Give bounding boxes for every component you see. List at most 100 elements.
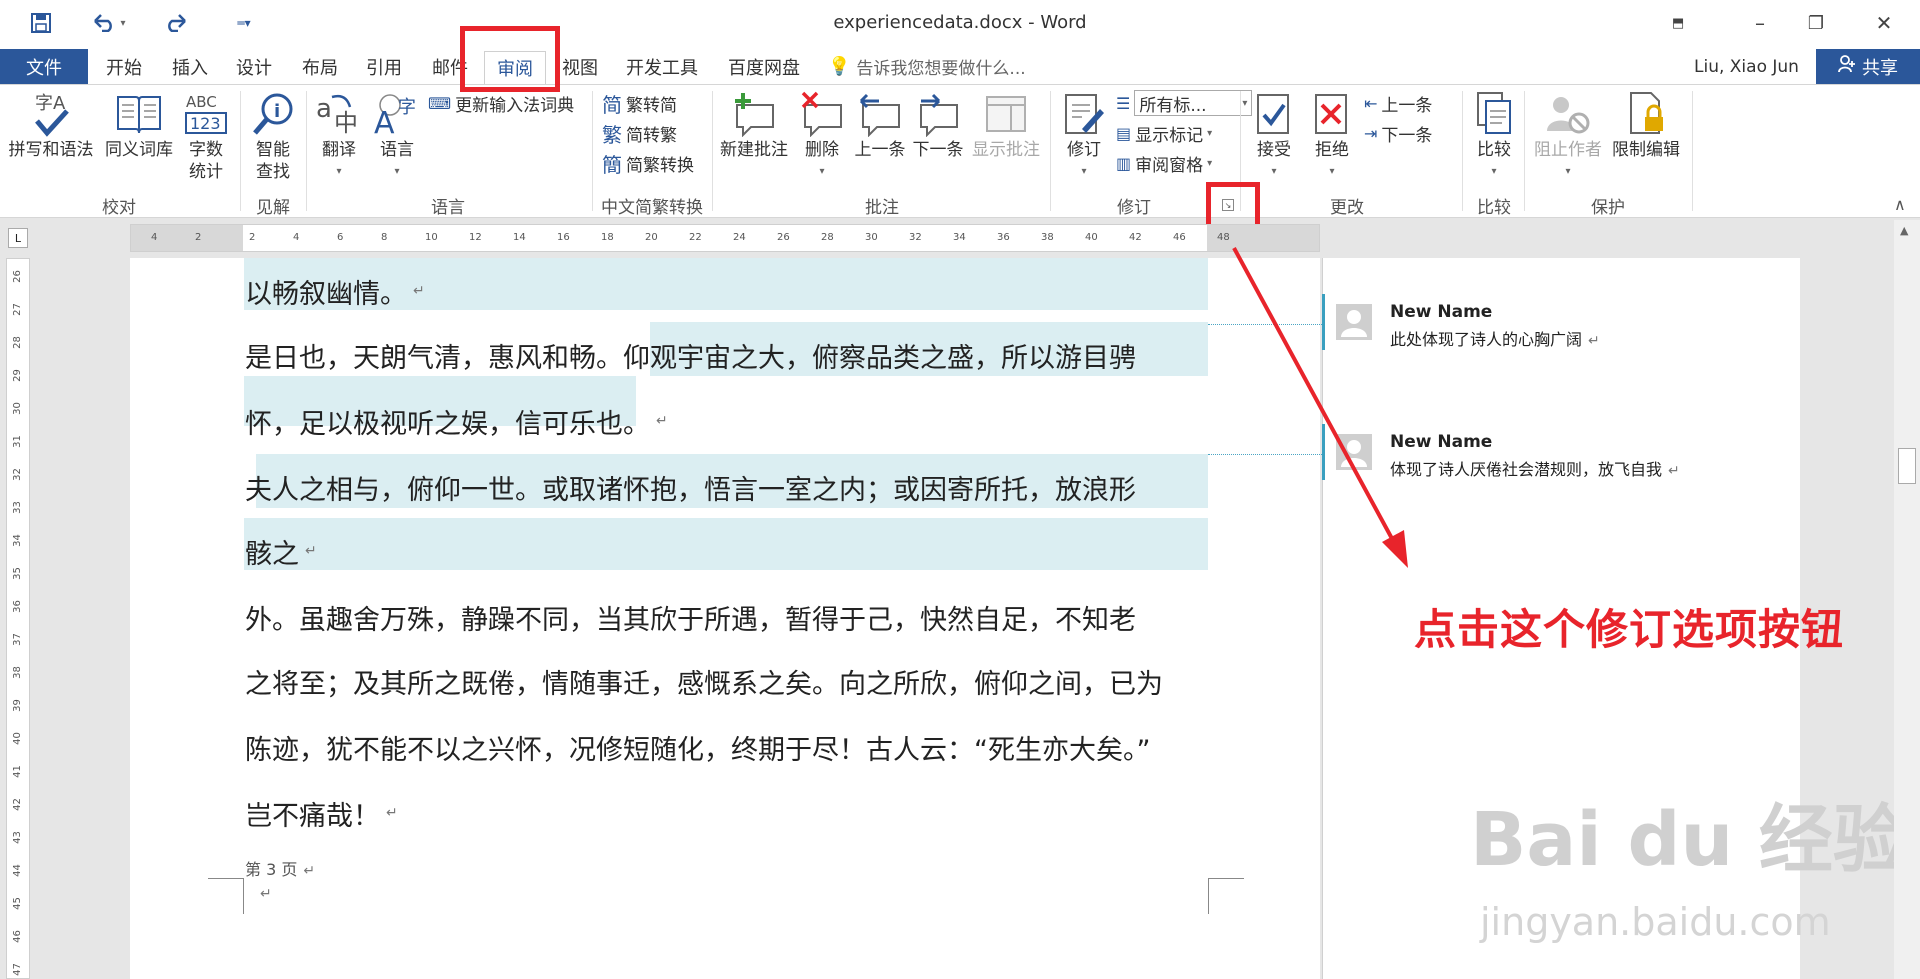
group-separator <box>1692 91 1693 211</box>
redo-icon[interactable] <box>160 10 190 36</box>
show-markup-button[interactable]: ▤ 显示标记 ▾ <box>1116 119 1212 147</box>
reviewing-pane-button[interactable]: ▥ 审阅窗格 ▾ <box>1116 149 1212 177</box>
tab-insert[interactable]: 插入 <box>172 49 208 84</box>
search-icon: i <box>251 89 295 139</box>
paragraph-line[interactable]: 骸之 ↵ <box>245 526 317 576</box>
tab-developer[interactable]: 开发工具 <box>626 49 698 84</box>
vertical-scrollbar[interactable]: ▲ <box>1894 220 1920 979</box>
lightbulb-icon: 💡 <box>828 56 851 77</box>
simp-to-trad-button[interactable]: 繁 简转繁 <box>602 119 677 147</box>
next-comment-button[interactable]: 下一条 <box>910 89 966 161</box>
ruler-tick-label: 41 <box>11 765 23 778</box>
vertical-ruler[interactable]: 26 27 28 29 30 31 32 33 34 35 36 37 38 39 40 41 42 43 44 45… <box>6 258 30 979</box>
close-button[interactable]: ✕ <box>1864 6 1904 40</box>
tab-home[interactable]: 开始 <box>106 49 142 84</box>
compare-button[interactable]: 比较 ▾ <box>1468 89 1520 183</box>
tab-layout[interactable]: 布局 <box>302 49 338 84</box>
reject-icon <box>1312 89 1352 139</box>
thesaurus-button[interactable]: 同义词库 <box>100 89 178 161</box>
paragraph-line[interactable]: 外。虽趣舍万殊，静躁不同，当其欣于所遇，暂得于己，快然自足，不知老 <box>245 592 1136 642</box>
comment-card[interactable]: New Name 此处体现了诗人的心胸广阔 ↵ <box>1322 294 1856 360</box>
baidu-url-watermark: jingyan.baidu.com <box>1480 900 1831 944</box>
word-count-button[interactable]: ABC 123 字数 统计 <box>180 89 232 183</box>
group-separator <box>240 91 241 211</box>
customize-icon[interactable]: ═▾ <box>234 10 254 36</box>
dropdown-arrow-icon: ▾ <box>1491 166 1497 177</box>
dropdown-arrow-icon: ▾ <box>1207 127 1213 139</box>
tab-baidu-netdisk[interactable]: 百度网盘 <box>728 49 800 84</box>
group-label-protect: 保护 <box>1591 198 1625 218</box>
svg-text:123: 123 <box>190 114 221 133</box>
next-change-icon: ⇥ <box>1364 123 1378 143</box>
translate-button[interactable]: a中 翻译 ▾ <box>310 89 368 183</box>
block-authors-button[interactable]: 阻止作者 ▾ <box>1530 89 1606 183</box>
update-ime-dictionary-button[interactable]: ⌨ 更新输入法词典 <box>428 89 574 117</box>
scroll-thumb[interactable] <box>1898 448 1916 484</box>
dropdown-arrow-icon: ▾ <box>1329 166 1335 177</box>
paragraph-line[interactable]: 怀，足以极视听之娱，信可乐也。 ↵ <box>245 396 668 446</box>
accept-button[interactable]: 接受 ▾ <box>1248 89 1300 183</box>
baidu-logo-watermark: Bai du 经验 <box>1470 797 1907 883</box>
dropdown-arrow-icon: ▾ <box>1271 166 1277 177</box>
save-icon[interactable] <box>26 10 56 36</box>
tab-mailings[interactable]: 邮件 <box>432 49 468 84</box>
tab-stop-selector[interactable]: L <box>8 228 28 248</box>
ruler-tick-label: 27 <box>11 303 23 316</box>
tab-view[interactable]: 视图 <box>562 49 598 84</box>
ruler-tick-label: 36 <box>997 232 1010 243</box>
comment-card[interactable]: New Name 体现了诗人厌倦社会潜规则，放飞自我 ↵ <box>1322 424 1856 490</box>
previous-comment-button[interactable]: 上一条 <box>852 89 908 161</box>
scroll-up-icon[interactable]: ▲ <box>1900 224 1908 237</box>
tracking-options-launcher[interactable]: ↘ <box>1222 199 1234 211</box>
dropdown-arrow-icon: ▾ <box>394 166 400 177</box>
track-changes-button[interactable]: 修订 ▾ <box>1058 89 1110 183</box>
ruler-tick-label: 36 <box>11 600 23 613</box>
ruler-tick-label: 4 <box>293 232 300 243</box>
tab-design[interactable]: 设计 <box>236 49 272 84</box>
paragraph-line[interactable]: 陈迹，犹不能不以之兴怀，况修短随化，终期于尽！古人云：“死生亦大矣。” <box>245 722 1150 772</box>
collapse-ribbon-icon[interactable]: ∧ <box>1894 195 1906 214</box>
delete-comment-button[interactable]: 删除 ▾ <box>794 89 850 183</box>
ruler-tick-label: 47 <box>11 963 23 976</box>
restrict-editing-button[interactable]: 限制编辑 <box>1608 89 1684 161</box>
undo-icon[interactable]: ▾ <box>88 10 132 36</box>
minimize-button[interactable]: – <box>1740 6 1780 40</box>
paragraph-line[interactable]: 夫人之相与，俯仰一世。或取诸怀抱，悟言一室之内；或因寄所托，放浪形 <box>245 462 1136 512</box>
share-button[interactable]: 共享 <box>1816 49 1920 84</box>
reject-button[interactable]: 拒绝 ▾ <box>1306 89 1358 183</box>
restore-button[interactable]: ❐ <box>1796 6 1836 40</box>
paragraph-line[interactable]: 之将至；及其所之既倦，情随事迁，感慨系之矣。向之所欣，俯仰之间，已为 <box>245 656 1163 706</box>
svg-text:i: i <box>274 101 280 122</box>
ruler-tick-label: 34 <box>11 534 23 547</box>
previous-change-button[interactable]: ⇤ 上一条 <box>1364 89 1432 117</box>
ruler-tick-label: 31 <box>11 435 23 448</box>
comment-range <box>244 518 1208 570</box>
ruler-tick-label: 34 <box>953 232 966 243</box>
paragraph-line[interactable]: 以畅叙幽情。 ↵ <box>245 266 425 316</box>
paragraph-line[interactable]: 岂不痛哉！ ↵ <box>245 788 398 838</box>
tell-me-search[interactable]: 💡 告诉我您想要做什么... <box>828 49 1026 84</box>
tab-review[interactable]: 审阅 <box>484 51 546 84</box>
page-footer: 第 3 页 ↵ <box>245 860 316 879</box>
comment-text[interactable]: 此处体现了诗人的心胸广阔 ↵ <box>1390 326 1600 350</box>
horizontal-ruler[interactable]: 4 2 2 4 6 8 10 12 14 16 18 20 22 24 26 28 30 32 34 36 38 40 42… <box>130 224 1320 252</box>
ruler-tick-label: 22 <box>689 232 702 243</box>
paragraph-line[interactable]: 是日也，天朗气清，惠风和畅。仰观宇宙之大，俯察品类之盛，所以游目骋 <box>245 330 1136 380</box>
language-button[interactable]: A字 语言 ▾ <box>370 89 424 183</box>
markup-display-select[interactable]: ☰ 所有标... ▾ <box>1116 89 1253 117</box>
tab-file[interactable]: 文件 <box>0 49 88 84</box>
trad-to-simp-button[interactable]: 简 繁转简 <box>602 89 677 117</box>
svg-text:字: 字 <box>398 97 416 118</box>
tab-references[interactable]: 引用 <box>366 49 402 84</box>
show-comments-button[interactable]: 显示批注 <box>968 89 1044 161</box>
next-change-button[interactable]: ⇥ 下一条 <box>1364 119 1432 147</box>
ruler-tick-label: 44 <box>11 864 23 877</box>
user-name[interactable]: Liu, Xiao Jun <box>1694 49 1799 84</box>
dropdown-arrow-icon: ▾ <box>1565 166 1571 177</box>
smart-lookup-button[interactable]: i 智能 查找 <box>246 89 300 183</box>
spelling-grammar-button[interactable]: 字A 拼写和语法 <box>4 89 98 161</box>
ribbon-display-icon[interactable]: ⬒ <box>1658 6 1698 40</box>
comment-text[interactable]: 体现了诗人厌倦社会潜规则，放飞自我 ↵ <box>1390 456 1680 480</box>
new-comment-button[interactable]: 新建批注 <box>716 89 792 161</box>
chinese-convert-button[interactable]: 簡 简繁转换 <box>602 149 694 177</box>
